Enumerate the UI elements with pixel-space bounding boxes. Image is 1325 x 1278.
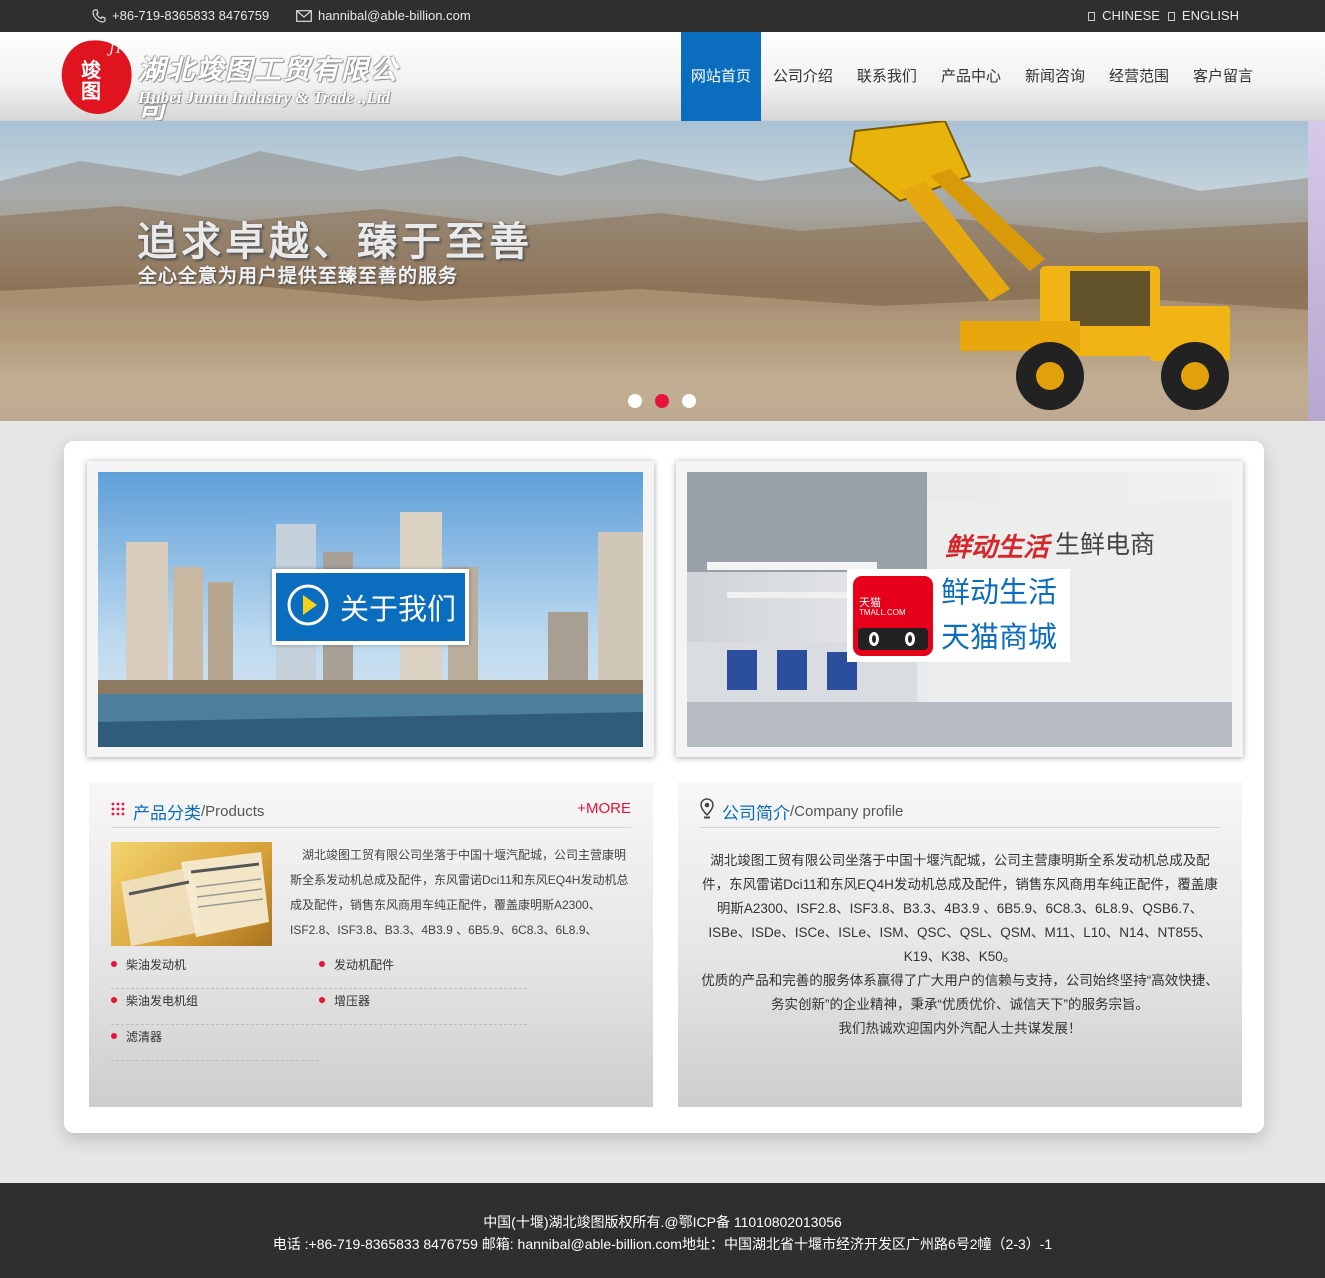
tmall-eye-right	[905, 631, 915, 646]
topbar-email[interactable]: hannibal@able-billion.com	[296, 0, 471, 32]
tmall-badge[interactable]: 天猫 TMALL.COM 鲜动生活 天猫商城	[847, 569, 1070, 662]
phone-icon	[92, 9, 106, 23]
products-title-cn: 产品分类	[133, 804, 201, 823]
site-logo[interactable]: JT 竣图 湖北竣图工贸有限公司 Hubei Juntu Industry & …	[57, 35, 412, 125]
products-panel: 产品分类 /Products +MORE 湖北竣图工贸有限公司坐落于中国十堰汽配…	[89, 782, 653, 1107]
products-title-bar: 产品分类 /Products +MORE	[111, 796, 631, 828]
about-panel: 关于我们	[87, 461, 654, 757]
main-content: 关于我们 鲜动生活 生鲜电商 天猫 TMALL.COM 鲜动生活 天猫商城 产品…	[64, 441, 1264, 1133]
wall-brand-text: 鲜动生活	[945, 532, 1050, 562]
products-newspaper-image[interactable]	[111, 842, 272, 946]
topbar-phone: +86-719-8365833 8476759	[92, 0, 269, 32]
products-more-link[interactable]: +MORE	[577, 800, 631, 817]
nav-home[interactable]: 网站首页	[680, 32, 761, 121]
tmall-eye-left	[869, 631, 879, 646]
footer: 中国(十堰)湖北竣图版权所有.@鄂ICP备 11010802013056 电话 …	[0, 1183, 1325, 1278]
slider-dot-1[interactable]	[628, 394, 642, 408]
mail-icon	[296, 10, 312, 22]
category-turbocharger[interactable]: 增压器	[319, 989, 527, 1025]
about-us-button[interactable]: 关于我们	[272, 569, 469, 645]
nav-contact[interactable]: 联系我们	[845, 32, 929, 121]
footer-contact: 电话 :+86-719-8365833 8476759 邮箱: hannibal…	[272, 1236, 1053, 1252]
company-name-cn: 湖北竣图工贸有限公司	[138, 55, 399, 125]
footer-copyright: 中国(十堰)湖北竣图版权所有.@鄂ICP备 11010802013056	[483, 1214, 842, 1230]
newspaper-illustration	[121, 852, 269, 946]
profile-panel: 公司简介 /Company profile 湖北竣图工贸有限公司坐落于中国十堰汽…	[678, 782, 1242, 1107]
doc-icon	[1088, 11, 1096, 21]
lang-chinese-link[interactable]: CHINESE	[1102, 2, 1160, 30]
category-generator-set[interactable]: 柴油发电机组	[111, 989, 319, 1025]
tmall-panel: 鲜动生活 生鲜电商 天猫 TMALL.COM 鲜动生活 天猫商城	[676, 461, 1243, 757]
banner-next-slide-edge	[1308, 121, 1325, 421]
tmall-line-2: 天猫商城	[941, 621, 1058, 654]
tmall-image[interactable]: 鲜动生活 生鲜电商 天猫 TMALL.COM 鲜动生活 天猫商城	[687, 472, 1232, 747]
tmall-logo-icon: 天猫 TMALL.COM	[853, 575, 933, 656]
phone-number: +86-719-8365833 8476759	[112, 8, 270, 23]
top-bar: +86-719-8365833 8476759 hannibal@able-bi…	[0, 0, 1325, 32]
profile-paragraph-2: 优质的产品和完善的服务体系赢得了广大用户的信赖与支持，公司始终坚持“高效快捷、务…	[701, 973, 1219, 1012]
tmall-line-1: 鲜动生活	[941, 576, 1058, 609]
tmall-text: 鲜动生活 天猫商城	[941, 571, 1057, 661]
wall-sub-text: 生鲜电商	[1055, 531, 1156, 559]
nav-products[interactable]: 产品中心	[929, 32, 1013, 121]
header: JT 竣图 湖北竣图工贸有限公司 Hubei Juntu Industry & …	[0, 32, 1325, 125]
doc-icon	[1167, 11, 1175, 21]
category-diesel-engine[interactable]: 柴油发动机	[111, 953, 319, 989]
about-us-label: 关于我们	[340, 594, 457, 626]
slider-dot-2[interactable]	[655, 394, 669, 408]
profile-title-en: /Company profile	[790, 803, 904, 820]
logo-mark-text: 竣图	[81, 58, 101, 103]
category-filter[interactable]: 滤清器	[111, 1025, 319, 1061]
products-description: 湖北竣图工贸有限公司坐落于中国十堰汽配城，公司主营康明斯全系发动机总成及配件，东…	[290, 848, 629, 937]
profile-paragraph-1: 湖北竣图工贸有限公司坐落于中国十堰汽配城，公司主营康明斯全系发动机总成及配件，东…	[702, 853, 1218, 964]
grid-dots-icon	[111, 802, 125, 821]
tmall-logo-en: TMALL.COM	[859, 607, 906, 617]
banner-slogan: 追求卓越、臻于至善	[137, 219, 533, 265]
location-pin-icon	[700, 798, 714, 825]
profile-title-bar: 公司简介 /Company profile	[700, 796, 1220, 828]
profile-paragraph-3: 我们热诚欢迎国内外汽配人士共谋发展！	[838, 1021, 1082, 1036]
nav-guestbook[interactable]: 客户留言	[1181, 32, 1265, 121]
lang-english-link[interactable]: ENGLISH	[1182, 2, 1239, 30]
profile-text: 湖北竣图工贸有限公司坐落于中国十堰汽配城，公司主营康明斯全系发动机总成及配件，东…	[700, 849, 1220, 1041]
email-address[interactable]: hannibal@able-billion.com	[318, 2, 471, 30]
hero-banner: 追求卓越、臻于至善 全心全意为用户提供至臻至善的服务	[0, 121, 1325, 421]
profile-title-cn: 公司简介	[722, 804, 790, 823]
banner-subtitle: 全心全意为用户提供至臻至善的服务	[138, 266, 459, 287]
about-image[interactable]: 关于我们	[98, 472, 643, 747]
main-nav: 网站首页 公司介绍 联系我们 产品中心 新闻咨询 经营范围 客户留言	[680, 32, 1265, 121]
nav-business-scope[interactable]: 经营范围	[1097, 32, 1181, 121]
products-title-en: /Products	[201, 803, 265, 820]
nav-news[interactable]: 新闻咨询	[1013, 32, 1097, 121]
play-icon	[286, 583, 330, 632]
slider-dots	[628, 394, 696, 408]
company-name-en: Hubei Juntu Industry & Trade .,Ltd	[138, 88, 391, 107]
nav-about[interactable]: 公司介绍	[761, 32, 845, 121]
language-switch: CHINESE ENGLISH	[1088, 0, 1239, 32]
logo-letters: JT	[109, 42, 123, 57]
category-engine-parts[interactable]: 发动机配件	[319, 953, 527, 989]
slider-dot-3[interactable]	[682, 394, 696, 408]
